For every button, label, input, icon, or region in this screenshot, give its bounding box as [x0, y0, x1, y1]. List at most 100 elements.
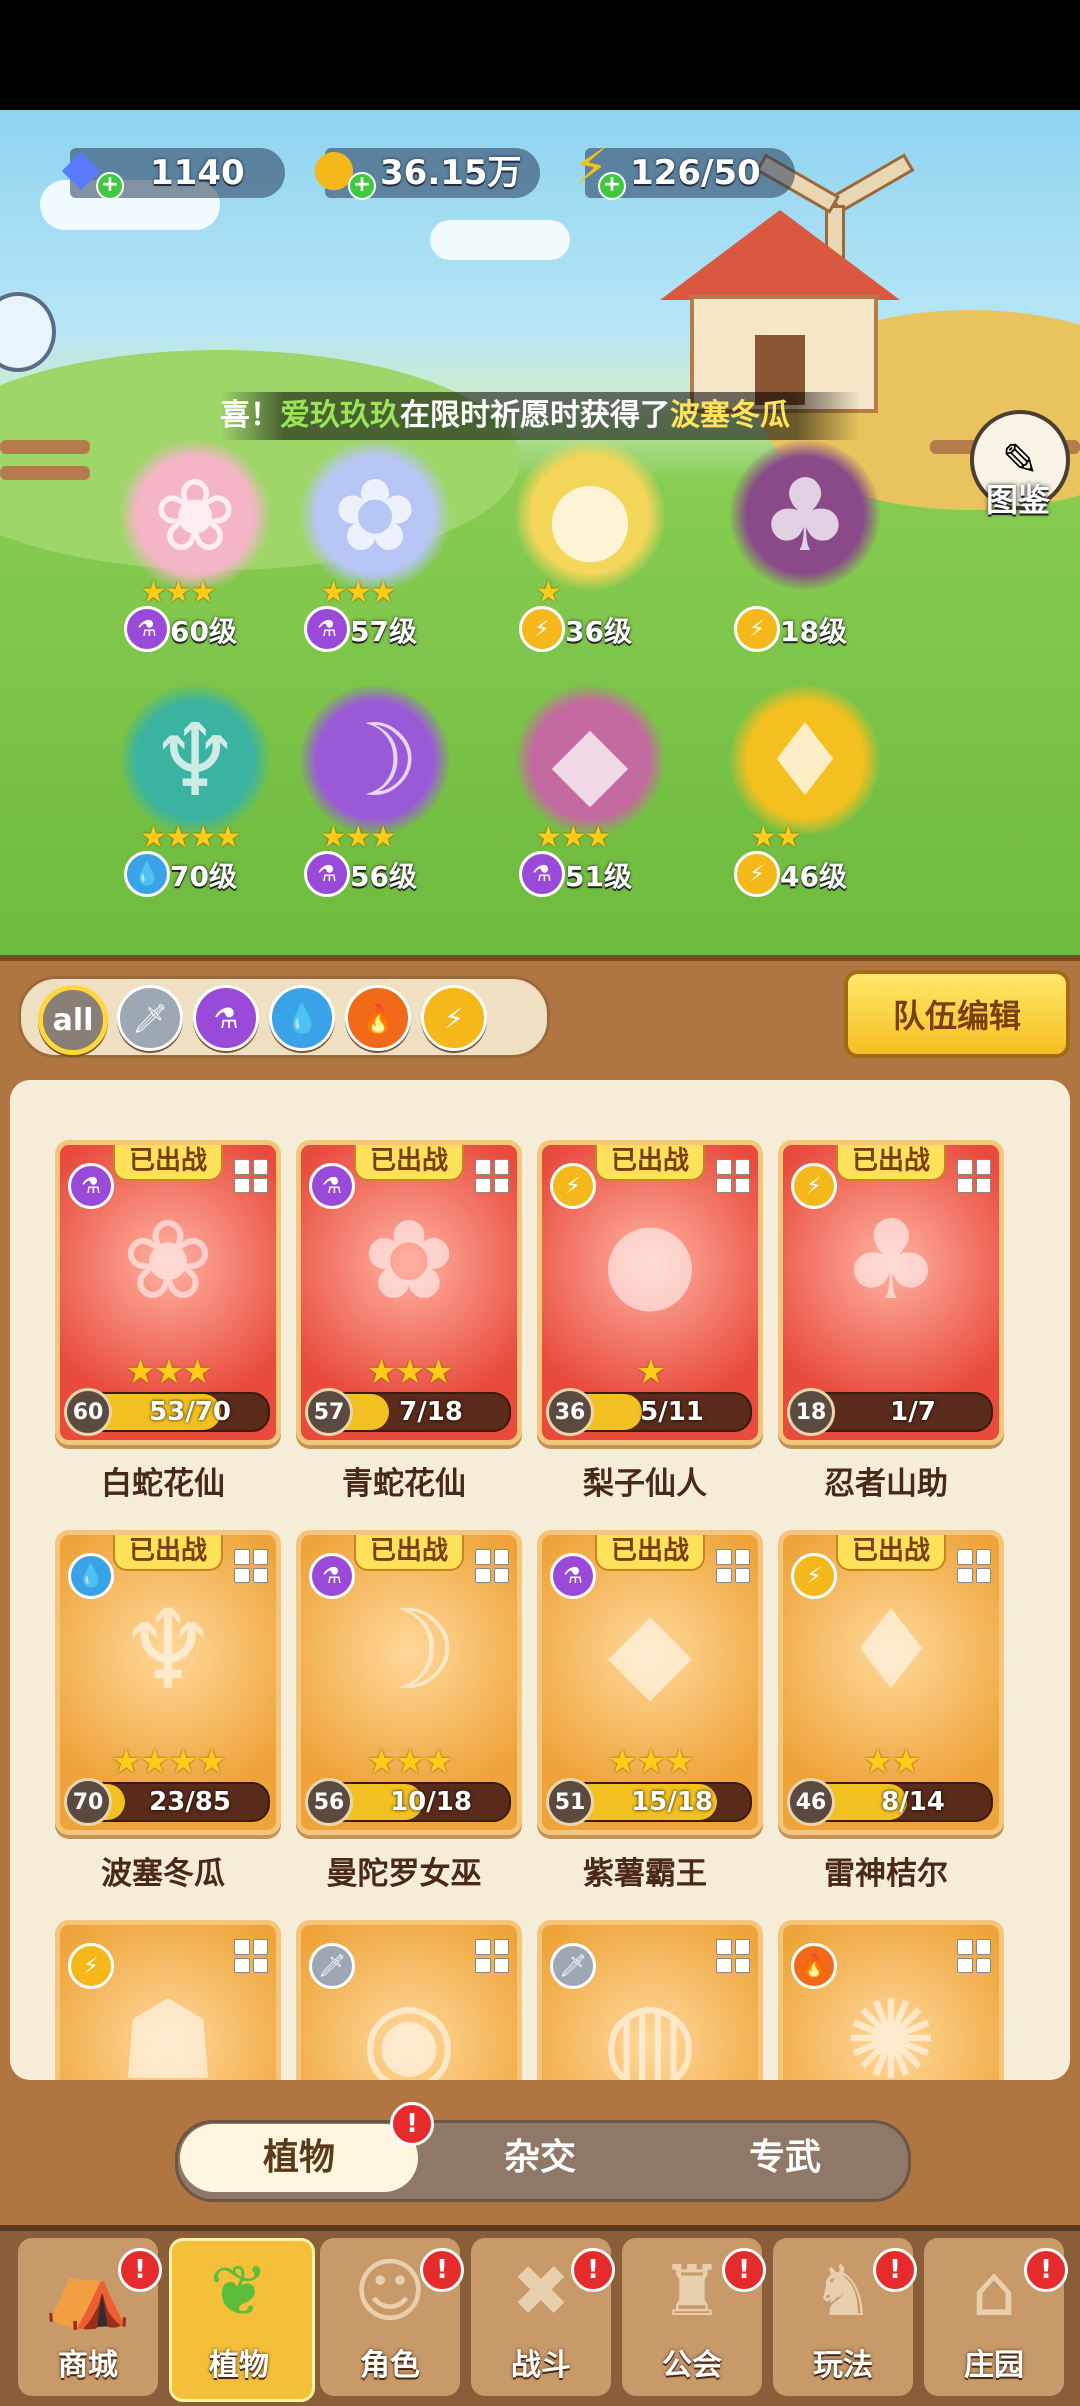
add-energy-button[interactable]: + — [598, 172, 626, 200]
plant-name: 紫薯霸王 — [583, 1856, 707, 1892]
deployed-tag: 已出战 — [112, 1535, 224, 1571]
team-hero-5[interactable]: ♆ — [120, 685, 270, 835]
hero-level: 70级 — [170, 860, 237, 893]
bolt-icon: ⚡ — [550, 1163, 596, 1209]
plant-card[interactable]: ☗ ⚡ — [55, 1920, 281, 2080]
team-edit-button[interactable]: 队伍编辑 — [844, 970, 1070, 1058]
card-stars: ★★★ — [366, 1742, 453, 1782]
shard-progress-text: 53/70 — [149, 1397, 231, 1427]
bolt-icon: ⚡ — [444, 1001, 464, 1035]
plant-card[interactable]: ❀ 已出战 ⚗ ★★★ 53/70 60 — [55, 1140, 281, 1445]
hero-stars: ★★★ — [320, 820, 397, 855]
nav-alert-badge: ! — [571, 2248, 615, 2292]
team-hero-8[interactable]: ♦ — [730, 685, 880, 835]
bolt-icon: ⚡ — [519, 606, 565, 652]
filter-sword-button[interactable]: 🗡 — [117, 985, 183, 1051]
card-level-badge: 56 — [305, 1778, 353, 1826]
nav-alert-badge: ! — [420, 2248, 464, 2292]
bolt-icon: ⚡ — [734, 851, 780, 897]
plant-card[interactable]: ☽ 已出战 ⚗ ★★★ 10/18 56 — [296, 1530, 522, 1835]
purple-potion-icon: ⚗ — [124, 606, 170, 652]
nav-label: 玩法 — [813, 2348, 873, 2383]
shard-progress-text: 10/18 — [390, 1787, 472, 1817]
nav-label: 庄园 — [964, 2348, 1024, 2383]
plant-card[interactable]: ♣ 已出战 ⚡ 1/7 18 — [778, 1140, 1004, 1445]
plant-icon: ❦ — [209, 2250, 269, 2332]
team-hero-3[interactable]: ● — [515, 440, 665, 590]
cloud — [430, 220, 570, 260]
nav-label: 公会 — [662, 2348, 722, 2383]
deployed-tag: 已出战 — [112, 1145, 224, 1181]
purple-potion-icon: ⚗ — [519, 851, 565, 897]
fire-icon: 🔥 — [791, 1943, 837, 1989]
nav-label: 角色 — [360, 2348, 420, 2383]
tab-plants[interactable]: 植物 — [180, 2124, 418, 2192]
hero-stars: ★★ — [750, 820, 802, 855]
card-level-badge: 18 — [787, 1388, 835, 1436]
formation-grid-icon — [716, 1159, 750, 1193]
filter-all-button[interactable]: all — [38, 985, 108, 1055]
card-level-badge: 60 — [64, 1388, 112, 1436]
formation-grid-icon — [957, 1939, 991, 1973]
plant-card[interactable]: ◉ 🗡 — [296, 1920, 522, 2080]
formation-grid-icon — [475, 1939, 509, 1973]
filter-bolt-button[interactable]: ⚡ — [421, 985, 487, 1051]
hero-level: 56级 — [350, 860, 417, 893]
plant-card[interactable]: ● 已出战 ⚡ ★ 5/11 36 — [537, 1140, 763, 1445]
hero-stars: ★ — [535, 575, 562, 610]
hero-level: 18级 — [780, 615, 847, 648]
nav-alert-badge: ! — [722, 2248, 766, 2292]
shard-progress-text: 15/18 — [631, 1787, 713, 1817]
nav-alert-badge: ! — [118, 2248, 162, 2292]
team-hero-1[interactable]: ❀ — [120, 440, 270, 590]
sword-icon: 🗡 — [309, 1943, 355, 1989]
card-level-badge: 70 — [64, 1778, 112, 1826]
nav-label: 战斗 — [511, 2348, 571, 2383]
purple-potion-icon: ⚗ — [304, 606, 350, 652]
purple-potion-icon: ⚗ — [550, 1553, 596, 1599]
plant-card[interactable]: ✿ 已出战 ⚗ ★★★ 7/18 57 — [296, 1140, 522, 1445]
water-drop-icon: 💧 — [68, 1553, 114, 1599]
hero-level: 57级 — [350, 615, 417, 648]
plant-name: 波塞冬瓜 — [101, 1856, 225, 1892]
team-hero-4[interactable]: ♣ — [730, 440, 880, 590]
team-hero-6[interactable]: ☽ — [300, 685, 450, 835]
shard-progress-text: 23/85 — [149, 1787, 231, 1817]
plant-card[interactable]: ◆ 已出战 ⚗ ★★★ 15/18 51 — [537, 1530, 763, 1835]
filter-fire-button[interactable]: 🔥 — [345, 985, 411, 1051]
formation-grid-icon — [475, 1159, 509, 1193]
card-stars: ★ — [635, 1352, 666, 1392]
hero-level: 60级 — [170, 615, 237, 648]
plant-name: 梨子仙人 — [583, 1466, 707, 1502]
plant-card[interactable]: ✺ 🔥 — [778, 1920, 1004, 2080]
tab-weapons[interactable]: 专武 — [665, 2124, 905, 2192]
add-gold-button[interactable]: + — [348, 172, 376, 200]
card-level-badge: 57 — [305, 1388, 353, 1436]
purple-potion-icon: ⚗ — [309, 1553, 355, 1599]
formation-grid-icon — [716, 1549, 750, 1583]
ticker-middle: 在限时祈愿时获得了 — [400, 398, 670, 433]
filter-potion-button[interactable]: ⚗ — [193, 985, 259, 1051]
card-stars: ★★★ — [607, 1742, 694, 1782]
water-drop-icon: 💧 — [284, 1001, 320, 1035]
formation-grid-icon — [234, 1549, 268, 1583]
card-stars: ★★★ — [366, 1352, 453, 1392]
formation-grid-icon — [234, 1939, 268, 1973]
plant-card[interactable]: ♆ 已出战 💧 ★★★★ 23/85 70 — [55, 1530, 281, 1835]
formation-grid-icon — [475, 1549, 509, 1583]
hero-level: 51级 — [565, 860, 632, 893]
hero-stars: ★★★ — [320, 575, 397, 610]
deployed-tag: 已出战 — [594, 1535, 706, 1571]
bolt-icon: ⚡ — [68, 1943, 114, 1989]
ticker-player: 爱玖玖玖 — [280, 398, 400, 433]
team-hero-2[interactable]: ✿ — [300, 440, 450, 590]
plant-card[interactable]: ◍ 🗡 — [537, 1920, 763, 2080]
fire-icon: 🔥 — [360, 1001, 396, 1035]
deployed-tag: 已出战 — [835, 1535, 947, 1571]
plant-name: 雷神桔尔 — [824, 1856, 948, 1892]
plant-card[interactable]: ♦ 已出战 ⚡ ★★ 8/14 46 — [778, 1530, 1004, 1835]
filter-water-button[interactable]: 💧 — [269, 985, 335, 1051]
tab-hybrid[interactable]: 杂交 — [420, 2124, 660, 2192]
add-gems-button[interactable]: + — [96, 172, 124, 200]
team-hero-7[interactable]: ◆ — [515, 685, 665, 835]
